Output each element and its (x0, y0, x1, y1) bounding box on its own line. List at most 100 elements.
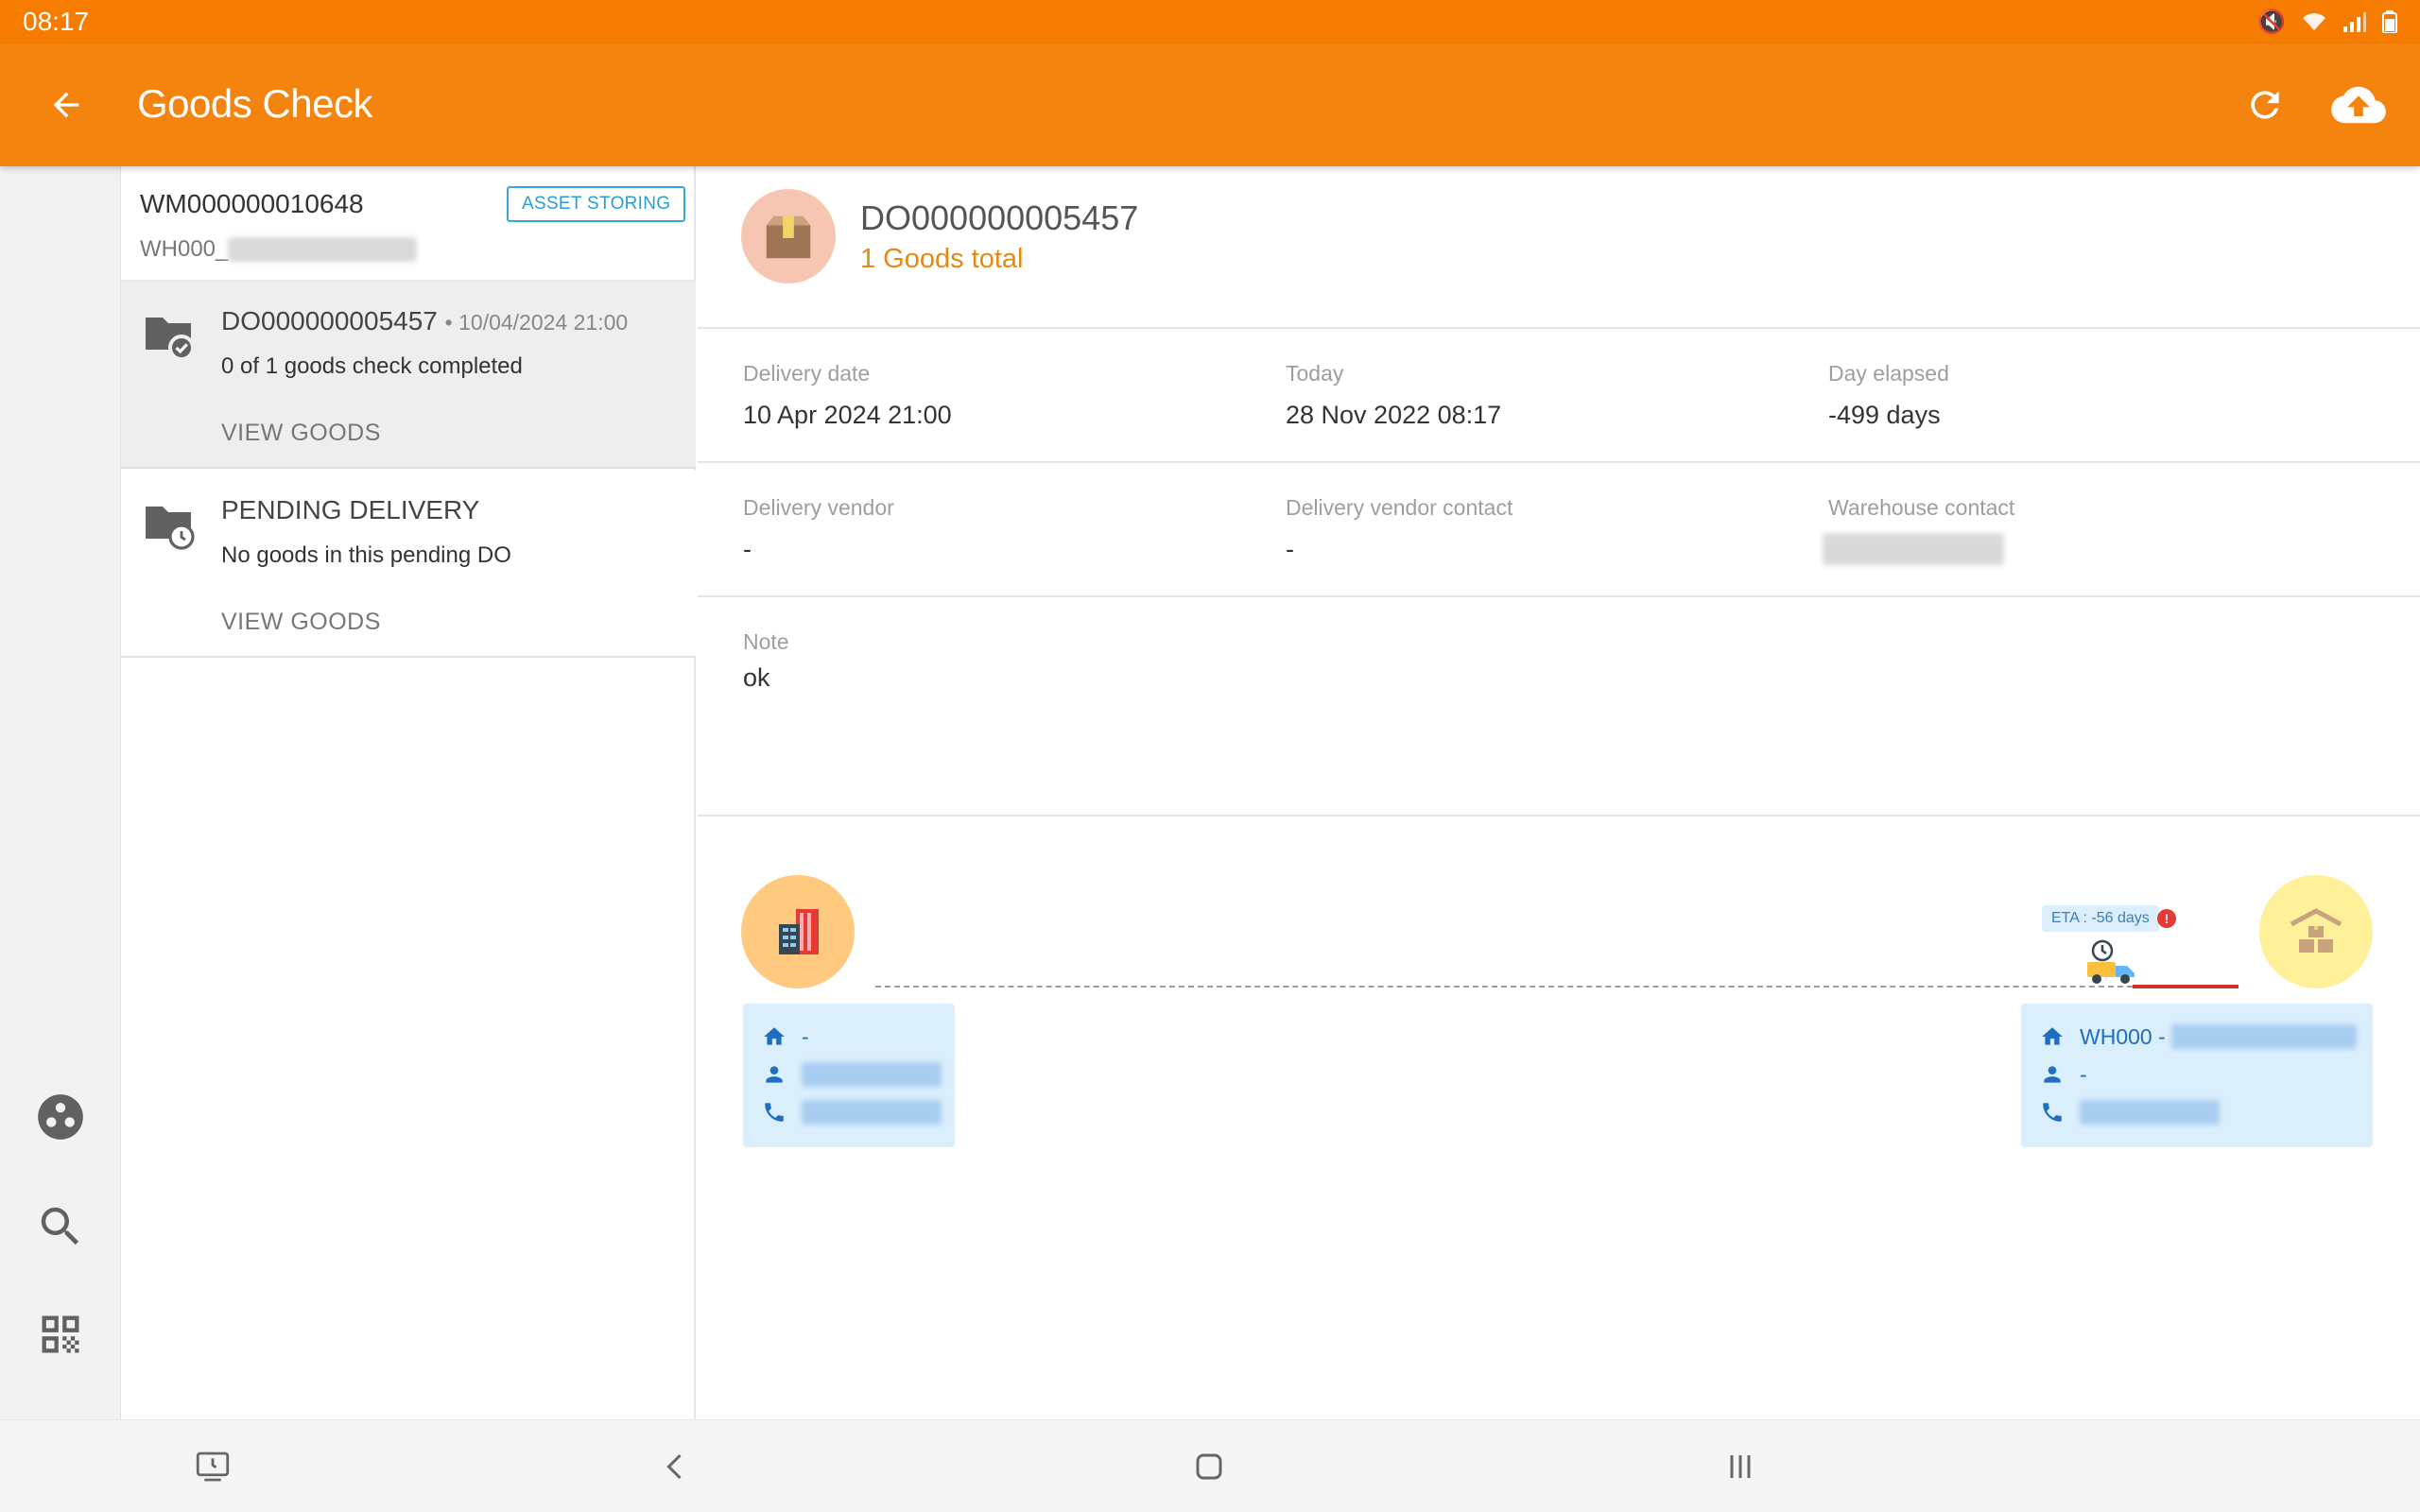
box-icon (766, 215, 811, 259)
status-badge: ASSET STORING (507, 186, 686, 222)
status-bar: 08:17 🔇 (0, 0, 2420, 43)
vendor-contact-label: Delivery vendor contact (1286, 495, 1513, 520)
origin-avatar (741, 875, 855, 988)
redacted-origin-phone (802, 1100, 942, 1125)
day-elapsed-label: Day elapsed (1828, 361, 1949, 386)
upload-button[interactable] (2325, 77, 2392, 133)
home-icon (764, 1027, 785, 1045)
destination-info-card: WH000 - - (2021, 1004, 2373, 1147)
do-item-progress: 0 of 1 goods check completed (221, 353, 523, 379)
page-title: Goods Check (137, 81, 372, 126)
today-label: Today (1286, 361, 1344, 386)
origin-person-row (762, 1060, 942, 1089)
status-icons: 🔇 (2257, 9, 2397, 36)
do-item-code: DO000000005457 (221, 306, 438, 335)
do-detail-panel: DO000000005457 1 Goods total Delivery da… (698, 166, 2420, 1419)
do-item-date: 10/04/2024 21:00 (458, 310, 629, 335)
group-icon (38, 1094, 83, 1140)
qr-scan-button[interactable] (30, 1304, 91, 1365)
redacted-origin-person (802, 1062, 942, 1087)
do-item-title: DO000000005457 • 10/04/2024 21:00 (221, 306, 628, 336)
wm-header: WM000000010648 ASSET STORING WH000_ (121, 166, 696, 282)
divider (698, 595, 2420, 597)
system-nav-bar (0, 1419, 2420, 1512)
do-code-title: DO000000005457 (860, 198, 1139, 237)
refresh-button[interactable] (2237, 77, 2293, 133)
truck-icon (2087, 939, 2135, 984)
do-avatar (741, 189, 836, 284)
redacted-destination-address (2170, 1024, 2357, 1049)
destination-person: - (2080, 1061, 2087, 1087)
divider (698, 815, 2420, 816)
delivery-date-label: Delivery date (743, 361, 871, 386)
wm-warehouse: WH000_ (140, 236, 418, 263)
list-item-do[interactable]: DO000000005457 • 10/04/2024 21:00 0 of 1… (121, 282, 696, 469)
system-back-button[interactable] (652, 1443, 700, 1490)
signal-icon (2343, 12, 2366, 32)
day-elapsed-value: -499 days (1828, 401, 1941, 429)
eta-badge: ETA : -56 days (2042, 905, 2159, 932)
wm-warehouse-prefix: WH000_ (140, 236, 229, 262)
route-dashed-line (875, 986, 2133, 988)
screen-capture-button[interactable] (189, 1443, 236, 1490)
view-goods-button[interactable]: VIEW GOODS (221, 420, 381, 447)
destination-address: WH000 - (2080, 1023, 2166, 1049)
redacted-warehouse-name (228, 237, 418, 262)
mute-icon: 🔇 (2257, 9, 2286, 35)
system-recents-button[interactable] (1717, 1443, 1764, 1490)
status-time: 08:17 (23, 7, 90, 36)
goods-total: 1 Goods total (860, 244, 1024, 274)
chevron-left-icon (666, 1453, 682, 1480)
system-home-button[interactable] (1185, 1443, 1233, 1490)
divider (698, 461, 2420, 463)
destination-address-row: WH000 - (2040, 1022, 2357, 1051)
wifi-icon (2303, 13, 2325, 30)
building-icon (779, 909, 819, 954)
battery-icon (2382, 10, 2397, 33)
pending-view-goods-button[interactable]: VIEW GOODS (221, 609, 381, 636)
list-item-pending[interactable]: PENDING DELIVERY No goods in this pendin… (121, 471, 696, 658)
origin-address-row: - (762, 1022, 809, 1051)
pending-item-desc: No goods in this pending DO (221, 542, 511, 568)
warehouse-icon (2290, 908, 2342, 953)
group-button[interactable] (30, 1087, 91, 1147)
delivery-vendor-value: - (743, 535, 752, 563)
qr-code-icon (42, 1315, 79, 1353)
home-icon (2042, 1027, 2063, 1045)
do-list-panel: WM000000010648 ASSET STORING WH000_ DO00… (121, 166, 696, 1419)
route-overdue-line (2133, 985, 2238, 988)
folder-clock-icon (146, 507, 195, 550)
arrow-left-icon (53, 92, 79, 118)
folder-check-icon (146, 318, 195, 361)
back-button[interactable] (38, 77, 95, 133)
phone-icon (765, 1103, 784, 1122)
do-item-separator: • (444, 310, 459, 335)
refresh-icon (2251, 91, 2279, 119)
origin-address: - (802, 1023, 809, 1049)
person-icon (2044, 1066, 2061, 1083)
divider (698, 327, 2420, 329)
cloud-upload-icon (2331, 86, 2386, 124)
phone-icon (2043, 1103, 2062, 1122)
note-value: ok (743, 663, 770, 692)
destination-person-row: - (2040, 1060, 2087, 1089)
app-bar: Goods Check (0, 43, 2420, 166)
warehouse-contact-label: Warehouse contact (1828, 495, 2015, 520)
alert-icon: ! (2157, 909, 2176, 928)
recents-icon (1730, 1455, 1751, 1478)
destination-avatar (2259, 875, 2373, 988)
search-button[interactable] (30, 1196, 91, 1257)
destination-phone-row (2040, 1098, 2220, 1126)
vendor-contact-value: - (1286, 535, 1294, 563)
pending-item-title: PENDING DELIVERY (221, 495, 480, 524)
origin-info-card: - (743, 1004, 955, 1147)
delivery-date-value: 10 Apr 2024 21:00 (743, 401, 952, 429)
wm-code: WM000000010648 (140, 189, 364, 218)
today-value: 28 Nov 2022 08:17 (1286, 401, 1502, 429)
origin-phone-row (762, 1098, 942, 1126)
home-square-icon (1196, 1453, 1222, 1480)
person-icon (766, 1066, 783, 1083)
search-icon (41, 1207, 79, 1246)
delivery-vendor-label: Delivery vendor (743, 495, 894, 520)
screen-recorder-icon (196, 1452, 230, 1482)
